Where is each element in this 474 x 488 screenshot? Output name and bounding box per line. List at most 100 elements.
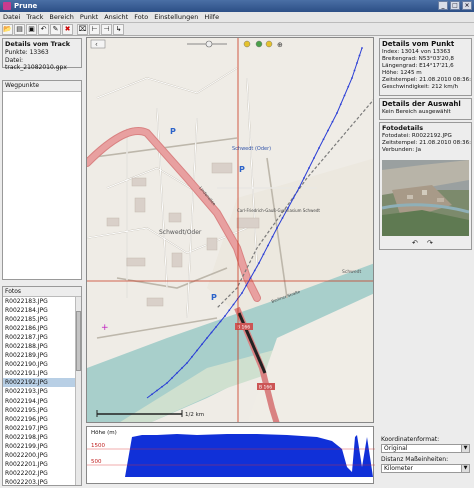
track-point [356, 62, 358, 64]
photo-list-item[interactable]: R0022198.JPG [3, 433, 81, 442]
track-point [358, 54, 361, 57]
photo-list-item[interactable]: R0022201.JPG [3, 460, 81, 469]
profile-canvas[interactable]: Höhe (m) 1500 500 [87, 427, 375, 485]
track-point [191, 355, 193, 358]
menu-ansicht[interactable]: Ansicht [104, 13, 128, 21]
distance-units-select[interactable]: Kilometer ▼ [381, 464, 470, 473]
photo-list-item[interactable]: R0022197.JPG [3, 424, 81, 433]
add-photo-icon[interactable]: ▤ [14, 23, 25, 35]
selection-value: Kein Bereich ausgewählt [382, 109, 451, 115]
map-tool-icon[interactable] [265, 40, 273, 48]
rotate-right-icon[interactable]: ↷ [427, 239, 433, 247]
photo-list-item[interactable]: R0022200.JPG [3, 451, 81, 460]
undo-icon[interactable]: ↶ [38, 23, 49, 35]
scrollbar-thumb[interactable] [76, 311, 81, 371]
track-point [336, 112, 338, 114]
select-range-icon[interactable]: ↳ [113, 23, 124, 35]
menu-hilfe[interactable]: Hilfe [204, 13, 219, 21]
track-point [215, 326, 217, 328]
zoom-out-button[interactable] [90, 39, 106, 49]
scale-label: 1/2 km [185, 412, 204, 418]
selection-heading: Details der Auswahl [382, 100, 461, 108]
menu-einstellungen[interactable]: Einstellungen [154, 13, 198, 21]
elevation-profile[interactable]: Höhe (m) 1500 500 [86, 426, 375, 485]
photo-list-item[interactable]: R0022199.JPG [3, 442, 81, 451]
photo-list-item[interactable]: R0022184.JPG [3, 306, 81, 315]
map-canvas[interactable]: B 166 B 166 Schwedt/Oder Schwedt (Oder) … [87, 38, 374, 423]
track-point [219, 320, 222, 323]
track-point [308, 167, 310, 169]
menu-bereich[interactable]: Bereich [49, 13, 74, 21]
photo-list-item[interactable]: R0022194.JPG [3, 397, 81, 406]
waypoints-list[interactable]: Wegpunkte [2, 80, 82, 280]
photo-list-item[interactable]: R0022202.JPG [3, 469, 81, 478]
map-tool-icon[interactable]: ⊕ [277, 41, 283, 49]
photo-list-item[interactable]: R0022185.JPG [3, 315, 81, 324]
photo-list-item[interactable]: R0022190.JPG [3, 360, 81, 369]
road-label-2: B 166 [259, 385, 272, 391]
rotate-left-icon[interactable]: ↶ [412, 239, 418, 247]
open-file-icon[interactable]: 📂 [2, 23, 13, 35]
photo-list-item[interactable]: R0022188.JPG [3, 342, 81, 351]
app-icon [3, 2, 11, 10]
menu-datei[interactable]: Datei [3, 13, 20, 21]
map-view[interactable]: B 166 B 166 Schwedt/Oder Schwedt (Oder) … [86, 37, 374, 423]
track-point [171, 377, 173, 379]
photo-list-item[interactable]: R0022193.JPG [3, 387, 81, 396]
track-point [186, 362, 188, 364]
photo-list-item[interactable]: R0022186.JPG [3, 324, 81, 333]
photo-list-item[interactable]: R0022191.JPG [3, 369, 81, 378]
maximize-button[interactable]: □ [450, 1, 460, 10]
track-points: Punkte: 13363 [5, 49, 49, 56]
set-range-start-icon[interactable]: ⊢ [89, 23, 100, 35]
track-point [161, 385, 163, 388]
coord-format-select[interactable]: Original ▼ [381, 444, 470, 453]
menu-track[interactable]: Track [26, 13, 43, 21]
menu-punkt[interactable]: Punkt [80, 13, 98, 21]
photos-list[interactable]: Fotos R0022183.JPG R0022184.JPG R0022185.J… [2, 286, 82, 486]
track-point [224, 315, 226, 317]
station-label: Schwedt (Oder) [232, 146, 271, 152]
track-point [343, 94, 346, 97]
chevron-down-icon[interactable]: ▼ [461, 465, 469, 472]
track-point [232, 303, 235, 306]
photos-label: Fotos [3, 287, 81, 297]
minimize-button[interactable]: _ [438, 1, 448, 10]
profile-label: Höhe (m) [91, 430, 117, 436]
map-tool-icon[interactable] [255, 40, 263, 48]
edit-point-icon[interactable]: ✎ [50, 23, 61, 35]
delete-point-icon[interactable]: ✖ [62, 23, 73, 35]
photo-list-item[interactable]: R0022187.JPG [3, 333, 81, 342]
photo-list-item[interactable]: R0022189.JPG [3, 351, 81, 360]
track-point [241, 292, 243, 294]
map-tool-icon[interactable] [243, 40, 251, 48]
coord-format-value: Original [384, 445, 408, 452]
delete-range-icon[interactable]: ⌧ [77, 23, 88, 35]
point-details-box: Details vom Punkt Index: 13014 von 13363… [379, 38, 472, 96]
track-point [267, 244, 269, 247]
track-point [327, 129, 329, 132]
photo-timestamp: Zeitstempel: 21.08.2010 08:36:... [382, 140, 471, 146]
photos-scrollbar[interactable] [75, 297, 81, 485]
track-point [361, 47, 363, 49]
town-label: Schwedt/Oder [159, 229, 202, 236]
save-icon[interactable]: ▣ [26, 23, 37, 35]
chevron-down-icon[interactable]: ▼ [461, 445, 469, 452]
track-point [339, 103, 342, 106]
photo-list-item[interactable]: R0022196.JPG [3, 415, 81, 424]
window-title: Prune [14, 2, 38, 10]
photo-list-item[interactable]: R0022183.JPG [3, 297, 81, 306]
parking-icon: P [211, 293, 217, 302]
photo-list-item[interactable]: R0022195.JPG [3, 406, 81, 415]
title-bar: Prune _ □ × [0, 0, 474, 12]
close-button[interactable]: × [462, 1, 472, 10]
transparency-slider-thumb[interactable] [205, 40, 213, 48]
track-point [249, 277, 252, 279]
set-range-end-icon[interactable]: ⊣ [101, 23, 112, 35]
track-point [262, 253, 265, 256]
settings-box: Koordinatenformat: Original ▼ Distanz Ma… [379, 436, 472, 474]
menu-foto[interactable]: Foto [134, 13, 148, 21]
photo-list-item[interactable]: R0022203.JPG [3, 478, 81, 485]
photo-list-item[interactable]: R0022192.JPG [3, 378, 81, 388]
track-point [313, 157, 315, 159]
